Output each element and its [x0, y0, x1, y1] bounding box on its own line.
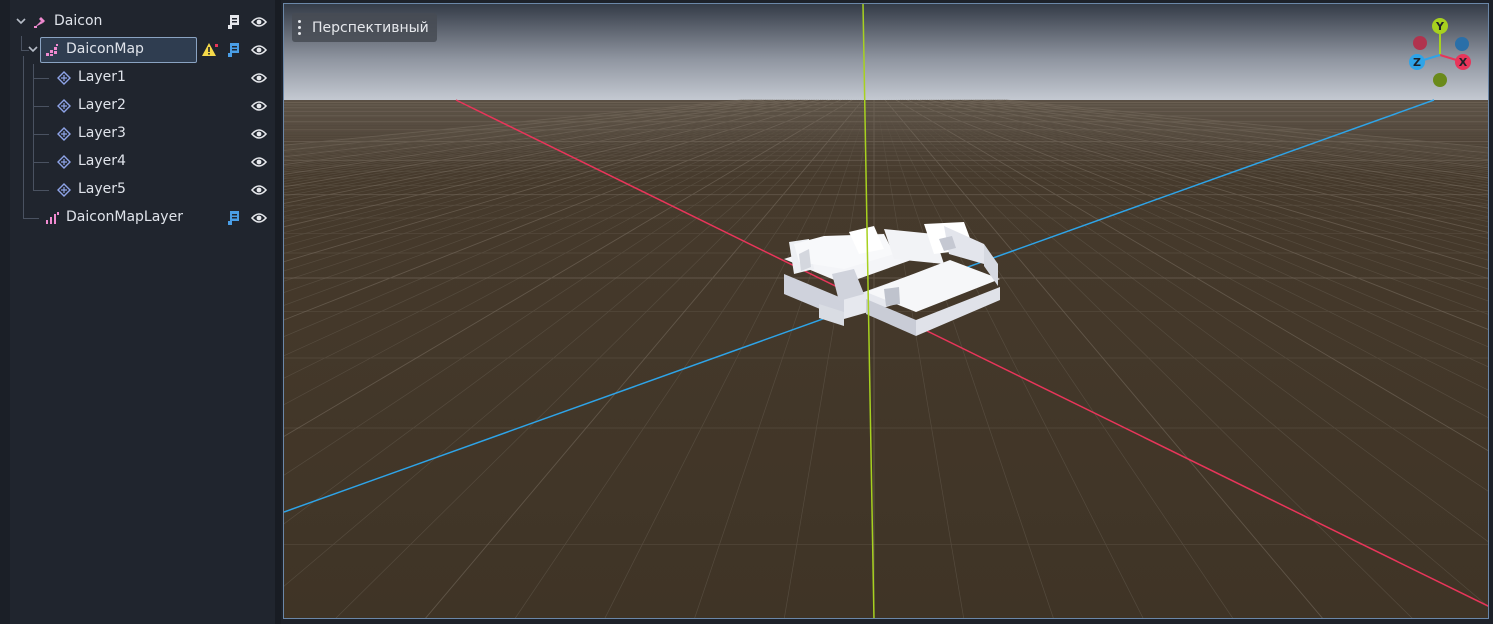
tree-item-label: DaiconMap — [66, 41, 144, 57]
eye-icon[interactable] — [251, 99, 267, 113]
3d-viewport[interactable]: Y X Z Перспективный — [283, 3, 1489, 619]
layer-icon — [57, 155, 71, 169]
tree-item-label: Daicon — [54, 13, 103, 29]
tree-item-daicon[interactable]: Daicon — [10, 8, 275, 36]
layer-icon — [57, 99, 71, 113]
eye-icon[interactable] — [251, 127, 267, 141]
tree-item-label: Layer2 — [78, 97, 126, 113]
panel-splitter[interactable] — [275, 0, 281, 624]
tree-item-label: DaiconMapLayer — [66, 209, 183, 225]
scene-tree-panel: Daicon DaiconMap Layer1 Layer2 Layer3 La… — [10, 0, 275, 624]
tree-item-layer[interactable]: Layer5 — [10, 176, 275, 204]
tree-item-label: Layer4 — [78, 153, 126, 169]
tree-item-layer[interactable]: Layer3 — [10, 120, 275, 148]
eye-icon[interactable] — [251, 183, 267, 197]
view-menu-button[interactable]: Перспективный — [292, 13, 437, 42]
tree-item-layer[interactable]: Layer1 — [10, 64, 275, 92]
node-icon — [34, 17, 45, 28]
layer-icon — [57, 71, 71, 85]
chevron-down-icon[interactable] — [27, 43, 39, 55]
map-layer-icon — [46, 212, 59, 224]
script-icon[interactable] — [227, 42, 241, 58]
sky — [284, 4, 1488, 104]
tree-item-daiconmap[interactable]: DaiconMap — [10, 36, 275, 64]
viewport-scene: Y X Z — [284, 4, 1488, 618]
tree-item-label: Layer5 — [78, 181, 126, 197]
gizmo-z-label: Z — [1413, 56, 1421, 69]
warning-icon[interactable] — [202, 42, 218, 58]
eye-icon[interactable] — [251, 211, 267, 225]
gizmo-neg-y[interactable] — [1433, 73, 1447, 87]
tree-item-label: Layer1 — [78, 69, 126, 85]
gizmo-y-label: Y — [1435, 20, 1445, 33]
layer-icon — [57, 127, 71, 141]
map-icon — [46, 44, 58, 56]
tree-item-layer[interactable]: Layer2 — [10, 92, 275, 120]
script-icon[interactable] — [227, 210, 241, 226]
eye-icon[interactable] — [251, 71, 267, 85]
layer-icon — [57, 183, 71, 197]
tree-item-layer[interactable]: Layer4 — [10, 148, 275, 176]
left-dock-strip — [0, 0, 10, 624]
eye-icon[interactable] — [251, 15, 267, 29]
eye-icon[interactable] — [251, 43, 267, 57]
gizmo-neg-x[interactable] — [1413, 36, 1427, 50]
gizmo-x-label: X — [1459, 56, 1468, 69]
script-icon[interactable] — [227, 14, 241, 30]
chevron-down-icon[interactable] — [15, 15, 27, 27]
gizmo-neg-z[interactable] — [1455, 37, 1469, 51]
eye-icon[interactable] — [251, 155, 267, 169]
kebab-menu-icon — [298, 20, 302, 35]
tree-item-daiconmaplayer[interactable]: DaiconMapLayer — [10, 204, 275, 232]
tree-item-label: Layer3 — [78, 125, 126, 141]
view-menu-label: Перспективный — [312, 19, 429, 36]
